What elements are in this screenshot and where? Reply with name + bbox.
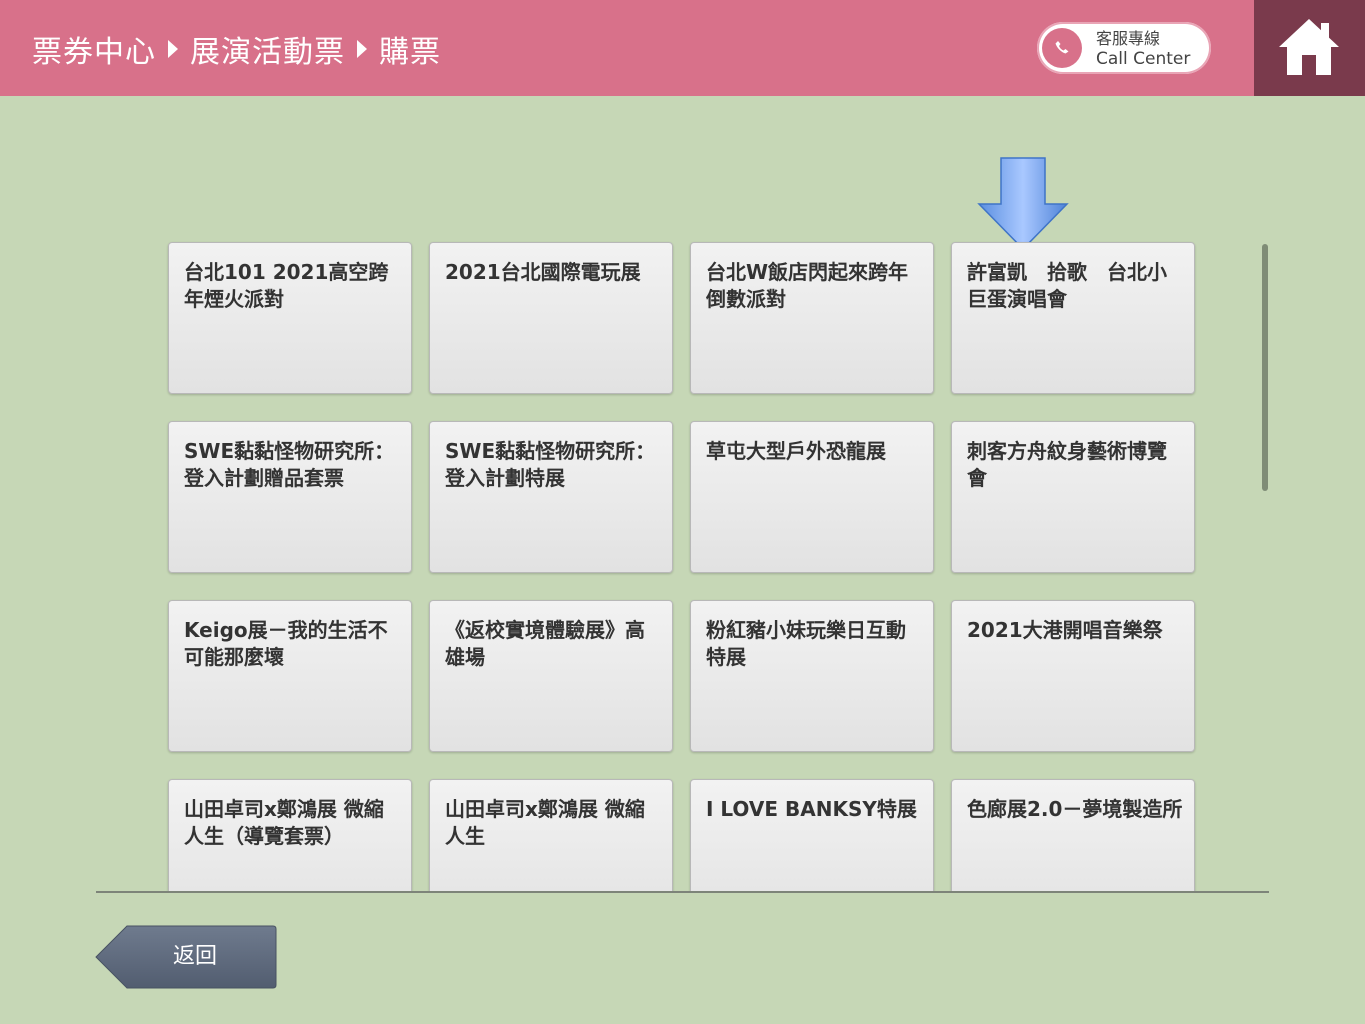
phone-icon: [1042, 28, 1082, 68]
event-card[interactable]: 2021台北國際電玩展: [429, 242, 673, 394]
event-card[interactable]: 台北W飯店閃起來跨年倒數派對: [690, 242, 934, 394]
event-card[interactable]: 2021大港開唱音樂祭: [951, 600, 1195, 752]
home-icon: [1279, 19, 1339, 75]
breadcrumb: 票券中心 展演活動票 購票: [32, 28, 441, 70]
event-card[interactable]: 粉紅豬小妹玩樂日互動特展: [690, 600, 934, 752]
event-title: 山田卓司x鄭鴻展 微縮人生: [445, 797, 645, 848]
back-button-label: 返回: [172, 944, 217, 969]
chevron-right-icon: [168, 40, 178, 58]
event-card[interactable]: I LOVE BANKSY特展: [690, 779, 934, 892]
home-button[interactable]: [1254, 0, 1365, 96]
event-title: 《返校實境體驗展》高雄場: [445, 618, 645, 669]
event-card[interactable]: SWE黏黏怪物研究所：登入計劃贈品套票: [168, 421, 412, 573]
event-card[interactable]: 《返校實境體驗展》高雄場: [429, 600, 673, 752]
back-button[interactable]: 返回: [95, 925, 277, 989]
event-title: 許富凱 拾歌 台北小巨蛋演唱會: [967, 260, 1167, 311]
call-center-button[interactable]: 客服專線 Call Center: [1037, 22, 1211, 74]
event-title: SWE黏黏怪物研究所：登入計劃贈品套票: [184, 439, 395, 490]
event-card[interactable]: 台北101 2021高空跨年煙火派對: [168, 242, 412, 394]
event-title: SWE黏黏怪物研究所：登入計劃特展: [445, 439, 656, 490]
chevron-right-icon: [357, 40, 367, 58]
divider: [96, 891, 1269, 893]
event-title: 山田卓司x鄭鴻展 微縮人生（導覽套票）: [184, 797, 384, 848]
event-title: 2021台北國際電玩展: [445, 260, 641, 284]
event-title: 粉紅豬小妹玩樂日互動特展: [706, 618, 906, 669]
event-title: 2021大港開唱音樂祭: [967, 618, 1163, 642]
event-title: Keigo展－我的生活不可能那麼壞: [184, 618, 388, 669]
event-card[interactable]: 色廊展2.0－夢境製造所: [951, 779, 1195, 892]
event-card[interactable]: 許富凱 拾歌 台北小巨蛋演唱會: [951, 242, 1195, 394]
event-card[interactable]: Keigo展－我的生活不可能那麼壞: [168, 600, 412, 752]
event-title: 草屯大型戶外恐龍展: [706, 439, 886, 463]
event-card[interactable]: 山田卓司x鄭鴻展 微縮人生: [429, 779, 673, 892]
event-title: I LOVE BANKSY特展: [706, 797, 917, 821]
event-card[interactable]: 山田卓司x鄭鴻展 微縮人生（導覽套票）: [168, 779, 412, 892]
event-card[interactable]: 草屯大型戶外恐龍展: [690, 421, 934, 573]
call-center-label-en: Call Center: [1096, 49, 1191, 69]
scrollbar-thumb[interactable]: [1262, 244, 1268, 491]
event-title: 刺客方舟紋身藝術博覽會: [967, 439, 1167, 490]
event-title: 色廊展2.0－夢境製造所: [967, 797, 1183, 821]
breadcrumb-purchase: 購票: [379, 35, 441, 70]
breadcrumb-events[interactable]: 展演活動票: [190, 27, 345, 71]
call-center-label-zh: 客服專線: [1096, 29, 1161, 48]
event-title: 台北101 2021高空跨年煙火派對: [184, 260, 389, 311]
event-grid: 台北101 2021高空跨年煙火派對 2021台北國際電玩展 台北W飯店閃起來跨…: [96, 230, 1269, 892]
event-card[interactable]: 刺客方舟紋身藝術博覽會: [951, 421, 1195, 573]
breadcrumb-ticket-center[interactable]: 票券中心: [32, 27, 156, 71]
header-bar: 票券中心 展演活動票 購票 客服專線 Call Center: [0, 0, 1365, 96]
event-card[interactable]: SWE黏黏怪物研究所：登入計劃特展: [429, 421, 673, 573]
event-title: 台北W飯店閃起來跨年倒數派對: [706, 260, 909, 311]
